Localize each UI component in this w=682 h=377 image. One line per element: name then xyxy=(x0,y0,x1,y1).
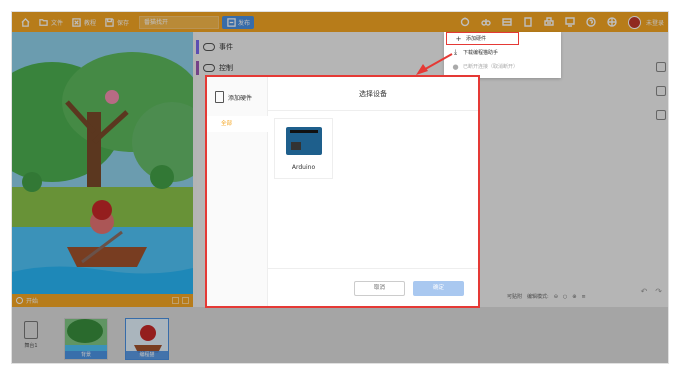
plus-icon: + xyxy=(455,34,462,43)
download-helper-label: 下载编程猫助手 xyxy=(463,50,499,56)
app-window: 文件 教程 保存 番猫找开 发布 未登录 开始 舞台1 背景 编程猫 ↶ ↷ 事… xyxy=(11,11,669,364)
download-icon: ⤓ xyxy=(453,48,458,56)
dialog-footer: 取消 确定 xyxy=(268,268,478,306)
dialog-add-hardware: 添加硬件 xyxy=(215,91,252,103)
dialog-title: 选择设备 xyxy=(268,77,478,111)
filter-all-tab[interactable]: 全部 xyxy=(207,116,268,132)
dialog-sidebar: 添加硬件 全部 xyxy=(207,77,268,306)
confirm-button[interactable]: 确定 xyxy=(413,281,464,296)
add-hardware-label: 添加硬件 xyxy=(466,36,487,42)
disconnect-menu-item[interactable]: ● 已断开连接（取消断开） xyxy=(444,60,561,73)
disconnect-icon: ● xyxy=(452,62,459,71)
device-card-arduino[interactable]: Arduino xyxy=(274,118,333,179)
device-name: Arduino xyxy=(291,164,316,171)
cancel-button[interactable]: 取消 xyxy=(354,281,405,296)
hardware-board-icon xyxy=(215,91,224,103)
download-helper-menu-item[interactable]: ⤓ 下载编程猫助手 xyxy=(444,46,561,59)
disconnect-label: 已断开连接（取消断开） xyxy=(463,64,519,70)
add-hardware-menu-item[interactable]: + 添加硬件 xyxy=(446,32,519,45)
dialog-add-hardware-label: 添加硬件 xyxy=(228,94,253,102)
hardware-dropdown: + 添加硬件 ⤓ 下载编程猫助手 ● 已断开连接（取消断开） xyxy=(444,32,561,78)
arduino-board-icon xyxy=(286,127,322,155)
select-device-dialog: 添加硬件 全部 选择设备 Arduino 取消 确定 xyxy=(205,75,480,308)
